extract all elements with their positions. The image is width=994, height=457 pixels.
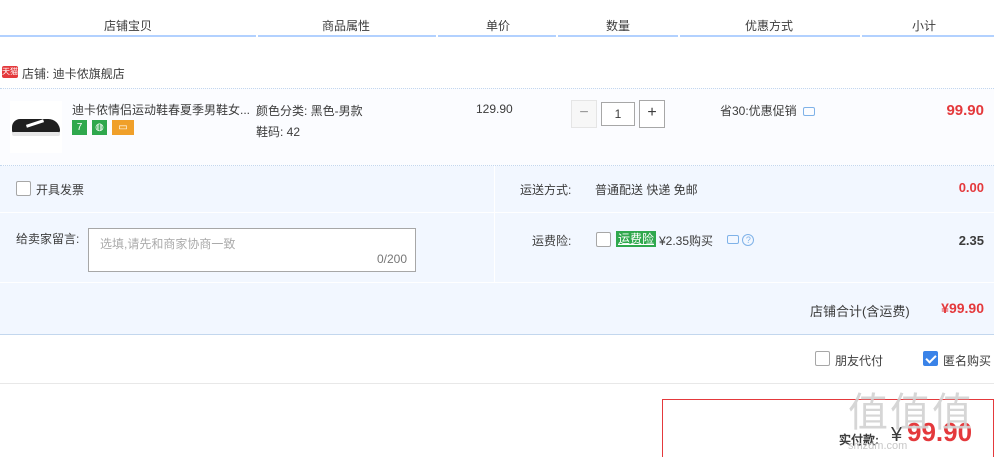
cart-header: 店铺宝贝 商品属性 单价 数量 优惠方式 小计: [0, 0, 994, 40]
shop-total-value: ¥99.90: [941, 300, 984, 316]
memo-char-count: 0/200: [376, 252, 407, 266]
header-divider: [558, 35, 678, 37]
invoice-label[interactable]: 开具发票: [36, 181, 84, 198]
seller-message-field[interactable]: 选填,请先和商家协商一致 0/200: [88, 228, 416, 272]
unit-price: 129.90: [476, 102, 513, 116]
col-header-discount: 优惠方式: [745, 19, 794, 33]
friend-pay-label[interactable]: 朋友代付: [835, 352, 883, 369]
memo-label: 给卖家留言:: [16, 232, 80, 246]
quantity-increase-button[interactable]: +: [639, 100, 665, 128]
chat-icon[interactable]: [802, 107, 815, 116]
insurance-fee: 2.35: [958, 233, 984, 248]
anonymous-label[interactable]: 匿名购买: [943, 352, 991, 369]
quantity-input[interactable]: 1: [601, 102, 635, 126]
header-divider: [0, 35, 256, 37]
col-header-quantity: 数量: [606, 19, 631, 33]
shop-row: 天猫 店铺: 迪卡侬旗舰店: [0, 62, 994, 82]
header-divider: [258, 35, 436, 37]
col-header-product: 店铺宝贝: [104, 19, 153, 33]
tmall-icon: 天猫: [2, 66, 18, 78]
options-divider: [0, 383, 994, 384]
insurance-label: 运费险:: [532, 234, 572, 248]
shipping-method: 普通配送 快递 免邮: [595, 183, 698, 197]
invoice-checkbox[interactable]: [16, 181, 31, 196]
help-icon[interactable]: ?: [742, 234, 755, 246]
chat-icon[interactable]: [727, 235, 739, 244]
insurance-price-text: ¥2.35购买: [659, 234, 714, 248]
shoe-sole: [12, 132, 60, 136]
insurance-checkbox[interactable]: [596, 232, 611, 247]
insurance-help-group: ?: [727, 232, 755, 246]
warranty-icon[interactable]: ◍: [92, 120, 107, 135]
shop-total-label: 店铺合计(含运费): [810, 304, 910, 319]
quantity-decrease-button[interactable]: −: [571, 100, 597, 128]
seven-day-return-icon[interactable]: 7: [72, 120, 87, 135]
col-header-attributes: 商品属性: [322, 19, 371, 33]
memo-placeholder: 选填,请先和商家协商一致: [100, 237, 236, 251]
watermark-site: smzdm.com: [848, 440, 908, 452]
panel-row-divider: [0, 282, 994, 283]
card-icon[interactable]: ▭: [112, 120, 134, 135]
header-divider: [680, 35, 860, 37]
friend-pay-checkbox[interactable]: [815, 351, 830, 366]
header-divider: [862, 35, 994, 37]
product-title[interactable]: 迪卡侬情侣运动鞋春夏季男鞋女...: [72, 101, 252, 118]
quantity-stepper: − 1 +: [571, 100, 667, 128]
insurance-badge[interactable]: 运费险: [616, 231, 657, 247]
panel-divider: [494, 166, 495, 282]
product-thumbnail[interactable]: [10, 101, 62, 153]
item-subtotal: 99.90: [946, 102, 984, 119]
col-header-unit-price: 单价: [486, 19, 511, 33]
header-divider: [438, 35, 556, 37]
cart-item-row: 迪卡侬情侣运动鞋春夏季男鞋女... 7 ◍ ▭ 颜色分类: 黑色-男款 鞋码: …: [0, 88, 994, 166]
watermark-logo: 值值值: [848, 391, 974, 435]
panel-row-divider: [0, 212, 994, 213]
shipping-label: 运送方式:: [520, 183, 572, 197]
attr-size: 鞋码: 42: [256, 125, 301, 139]
promo-text[interactable]: 省30:优惠促销: [720, 102, 815, 119]
shipping-fee: 0.00: [958, 180, 984, 195]
col-header-subtotal: 小计: [912, 19, 937, 33]
attr-color: 颜色分类: 黑色-男款: [256, 104, 363, 118]
anonymous-checkbox[interactable]: [923, 351, 938, 366]
panel-bottom-border: [0, 334, 994, 335]
shop-name[interactable]: 店铺: 迪卡侬旗舰店: [22, 65, 125, 82]
